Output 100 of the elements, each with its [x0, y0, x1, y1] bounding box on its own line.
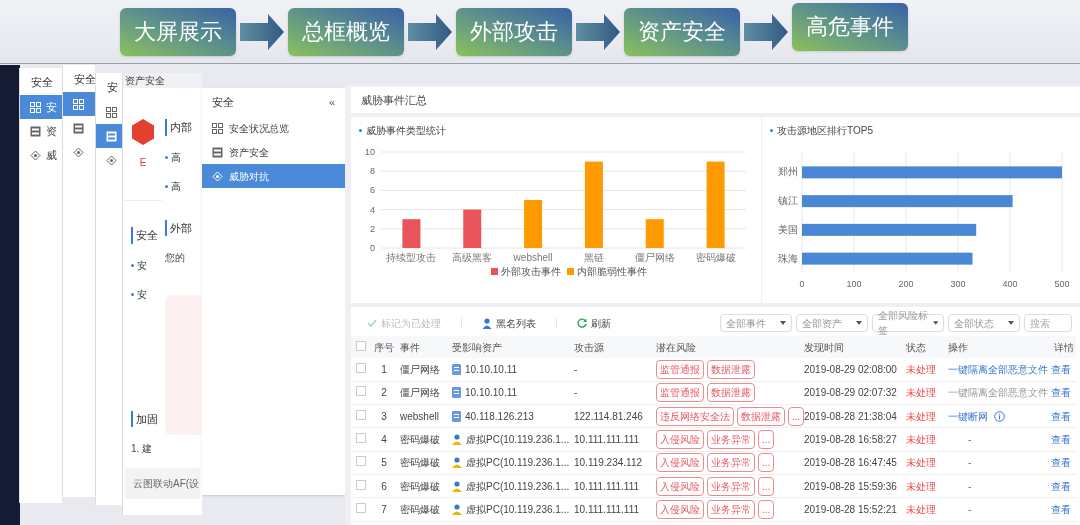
tick-label: 4 [370, 204, 375, 215]
nav-item[interactable]: 威 [20, 143, 62, 167]
person-icon [482, 317, 492, 329]
tick-label: 300 [950, 279, 966, 289]
checkbox[interactable] [356, 502, 366, 513]
table-cell: 2019-08-28 16:58:27 [801, 427, 903, 452]
hexagon-logo-icon [132, 119, 154, 145]
search-field[interactable]: 搜索 [1024, 314, 1072, 332]
grid-icon [212, 122, 223, 134]
asset-text: 10.10.10.11 [465, 386, 518, 401]
nav-item[interactable] [96, 124, 122, 148]
checkbox[interactable] [356, 456, 366, 467]
category-label: 珠海 [778, 252, 798, 264]
checkbox[interactable] [356, 340, 366, 351]
table-cell: 7 [371, 497, 397, 522]
table-cell: 密码爆破 [397, 451, 449, 475]
detail-link[interactable]: 查看 [1051, 410, 1071, 422]
status-text: 未处理 [903, 381, 945, 405]
sidebar-title: 安全 [212, 94, 234, 110]
nav-item[interactable] [63, 92, 95, 116]
checkbox[interactable] [356, 362, 366, 373]
column-header: 潜在风险 [653, 336, 801, 358]
table-cell: 1 [371, 358, 397, 382]
category-label: 持续型攻击 [386, 252, 437, 263]
risk-tag: 违反网络安全法 [656, 406, 734, 426]
table-cell-text: - [967, 457, 972, 469]
risk-tag: 入侵风险 [656, 453, 704, 473]
table-cell-text: - [967, 480, 972, 492]
table-cell: 密码爆破 [397, 497, 449, 522]
filter-dropdown[interactable]: 全部资产 [796, 314, 868, 332]
detail-link[interactable]: 查看 [1051, 457, 1071, 469]
category-label: 高级黑客 [452, 252, 493, 263]
table-cell: 122.114.81.246 [571, 404, 653, 428]
sidebar-item[interactable]: 资产安全 [202, 140, 345, 164]
risk-tag: 入侵风险 [656, 476, 704, 496]
table-cell-text: - [967, 503, 972, 515]
action-link[interactable]: 一键隔离全部恶意文件 [948, 361, 1048, 377]
table-cell: 5 [371, 451, 397, 475]
disabled-action: 一键隔离全部恶意文件 [948, 387, 1048, 399]
table-cell: 2019-08-29 02:07:32 [801, 381, 903, 405]
cabinet-icon [30, 125, 41, 137]
detail-link[interactable]: 查看 [1051, 480, 1071, 492]
collapse-button[interactable]: « [328, 93, 335, 111]
page-tab[interactable]: 资产安全 [123, 73, 202, 88]
detail-link[interactable]: 查看 [1051, 363, 1071, 375]
action-link[interactable]: 一键断网 [948, 408, 988, 424]
sidebar-item[interactable]: 威胁对抗 [202, 164, 345, 188]
table-cell: 密码爆破 [397, 474, 449, 498]
cabinet-icon [212, 146, 223, 158]
asset-text: 40.118.126.213 [465, 409, 534, 424]
grid-icon [73, 98, 84, 110]
server-icon [452, 410, 462, 422]
detail-link[interactable]: 查看 [1051, 434, 1071, 446]
status-text: 未处理 [903, 404, 945, 428]
caret-icon [856, 321, 862, 325]
bullet-text: 高 [171, 179, 181, 194]
checkbox[interactable] [356, 479, 366, 490]
detail-link[interactable]: 查看 [1051, 503, 1071, 515]
nav-item[interactable]: 安 [20, 95, 62, 119]
table-cell: 10.119.234.112 [571, 451, 653, 475]
sidebar-item[interactable]: 安全状况总览 [202, 116, 345, 140]
server-icon [452, 387, 462, 399]
detail-link[interactable]: 查看 [1051, 387, 1071, 399]
checkbox[interactable] [356, 386, 366, 397]
info-box: 云图联动AF(设 [125, 468, 200, 499]
tick-label: 100 [846, 279, 862, 289]
risk-tag: 入侵风险 [656, 499, 704, 519]
risk-tag: 业务异常 [707, 499, 755, 519]
table-cell: - [571, 358, 653, 382]
bullet-text: 安 [137, 258, 147, 273]
tick-label: 0 [370, 243, 375, 253]
table-cell-text: - [967, 434, 972, 446]
caret-icon [932, 321, 938, 325]
table-cell: 10.111.111.111 [571, 497, 653, 522]
table-cell: 僵尸网络 [397, 381, 449, 405]
nav-item[interactable]: 资 [20, 119, 62, 143]
risk-tag: ... [758, 430, 775, 450]
status-text: 未处理 [903, 358, 945, 382]
risk-tag: 数据泄露 [737, 406, 785, 426]
risk-tag: 业务异常 [707, 476, 755, 496]
cabinet-icon [106, 130, 117, 142]
column-header: 操作 [945, 336, 1051, 358]
checkbox[interactable] [356, 409, 366, 420]
column-header: 状态 [903, 336, 945, 358]
risk-tag: ... [758, 453, 775, 473]
column-header: 攻击源 [571, 336, 653, 358]
table-cell: 2 [371, 381, 397, 405]
diamond-arrow-icon [73, 146, 84, 158]
asset-text: 10.10.10.11 [465, 362, 518, 377]
checkbox[interactable] [356, 433, 366, 444]
toolbar-button[interactable]: 黑名列表 [474, 315, 544, 331]
user-icon [452, 457, 463, 469]
filter-dropdown[interactable]: 全部事件 [720, 314, 792, 332]
body-text: 您的 [165, 251, 186, 265]
tick-label: 8 [370, 166, 375, 177]
legend-label: 内部脆弱性事件 [577, 266, 647, 277]
section-title: 威胁事件汇总 [351, 87, 1080, 113]
toolbar-button[interactable]: 刷新 [569, 315, 619, 331]
filter-dropdown[interactable]: 全部状态 [948, 314, 1020, 332]
tick-label: 2 [370, 223, 375, 234]
